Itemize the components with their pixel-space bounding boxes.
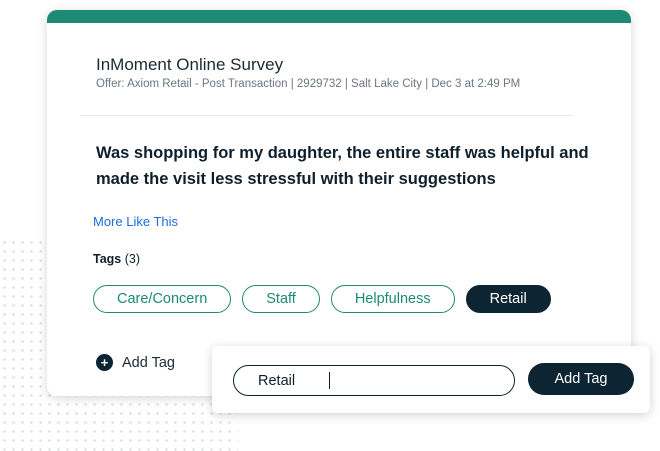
survey-title: InMoment Online Survey <box>96 55 284 74</box>
add-tag-button[interactable]: Add Tag <box>528 363 634 395</box>
text-caret <box>329 372 330 389</box>
add-tag-trigger[interactable]: + Add Tag <box>96 354 175 371</box>
tags-count: (3) <box>124 252 141 266</box>
divider <box>80 115 572 116</box>
tag-staff[interactable]: Staff <box>242 285 320 313</box>
tag-retail[interactable]: Retail <box>465 285 551 313</box>
more-like-this-link[interactable]: More Like This <box>93 214 178 229</box>
tag-input[interactable] <box>258 372 328 389</box>
response-quote: Was shopping for my daughter, the entire… <box>96 144 589 188</box>
offer-details: Offer: Axiom Retail - Post Transaction |… <box>96 78 521 90</box>
survey-response-card: InMoment Online Survey Offer: Axiom Reta… <box>47 10 631 396</box>
tags-heading: Tags (3) <box>93 252 140 266</box>
card-accent-bar <box>47 10 631 23</box>
plus-circle-icon: + <box>96 354 113 371</box>
tag-input-wrapper[interactable] <box>233 365 515 396</box>
add-tag-label: Add Tag <box>122 354 175 371</box>
add-tag-popover: Add Tag <box>212 346 650 413</box>
tag-list: Care/Concern Staff Helpfulness Retail <box>93 285 551 313</box>
tags-label: Tags <box>93 252 122 266</box>
tag-helpfulness[interactable]: Helpfulness <box>330 285 455 313</box>
tag-care-concern[interactable]: Care/Concern <box>93 285 232 313</box>
